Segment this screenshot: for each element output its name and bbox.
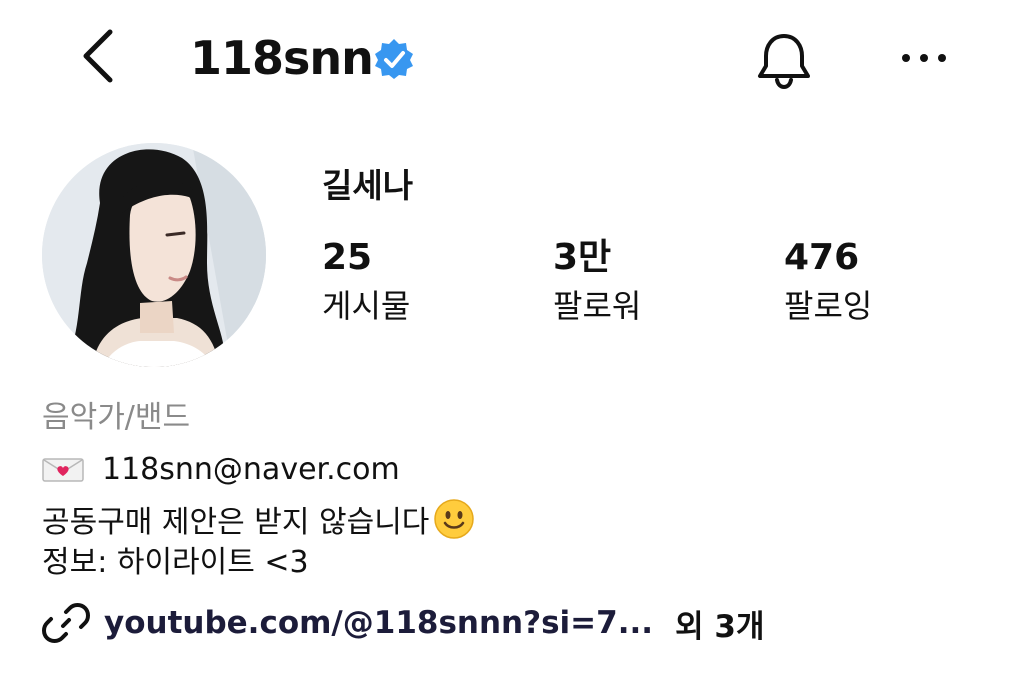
bio-line-group-buy: 공동구매 제안은 받지 않습니다	[42, 498, 475, 543]
bio-email: 118snn@naver.com	[102, 452, 400, 487]
notifications-button[interactable]	[752, 28, 816, 92]
verified-badge-icon	[372, 37, 416, 81]
profile-link-row: youtube.com/@118snnn?si=7... 외 3개	[42, 600, 764, 646]
more-links-button[interactable]: 외 3개	[675, 601, 764, 646]
profile-display-name: 길세나	[322, 166, 414, 205]
following-label: 팔로잉	[784, 287, 873, 325]
profile-category: 음악가/밴드	[42, 400, 191, 435]
chevron-left-icon	[83, 29, 113, 83]
love-letter-icon	[42, 453, 84, 482]
link-icon	[42, 603, 90, 643]
bell-icon	[758, 34, 810, 90]
posts-stat[interactable]: 25 게시물	[322, 236, 410, 326]
bio-group-buy-text: 공동구매 제안은 받지 않습니다	[42, 505, 430, 540]
followers-label: 팔로워	[553, 287, 642, 325]
followers-count: 3만	[553, 237, 612, 278]
posts-label: 게시물	[322, 287, 411, 325]
profile-avatar[interactable]	[42, 143, 266, 367]
following-count: 476	[784, 237, 860, 278]
more-horizontal-icon	[902, 54, 946, 62]
profile-username: 118snn	[190, 31, 374, 85]
smiling-face-icon	[433, 498, 475, 540]
more-options-button[interactable]	[896, 38, 952, 78]
bio-info-line: 정보: 하이라이트 <3	[42, 545, 309, 580]
followers-stat[interactable]: 3만 팔로워	[553, 236, 641, 326]
back-button[interactable]	[70, 24, 126, 88]
bio-email-line: 118snn@naver.com	[42, 450, 400, 490]
posts-count: 25	[322, 237, 373, 278]
profile-link[interactable]: youtube.com/@118snnn?si=7...	[104, 605, 653, 641]
following-stat[interactable]: 476 팔로잉	[784, 236, 872, 326]
